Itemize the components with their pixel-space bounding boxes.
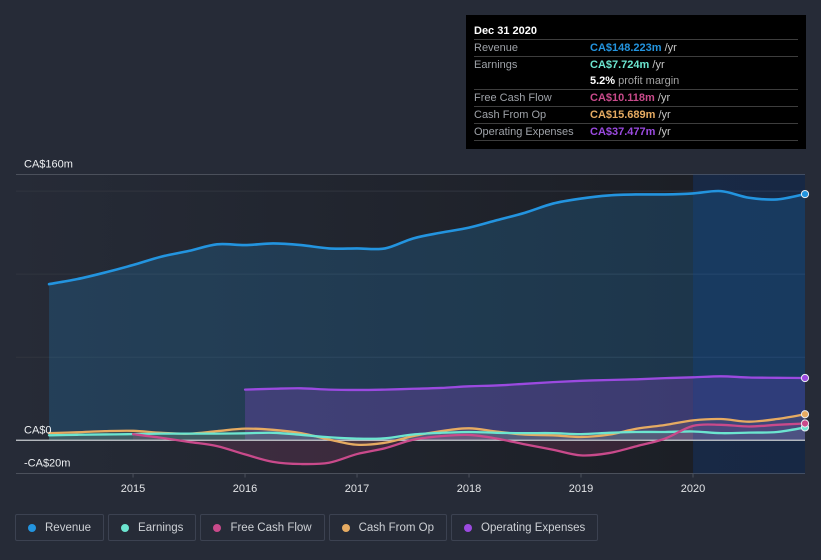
profit-margin-label: profit margin	[618, 75, 680, 87]
legend-label: Earnings	[138, 521, 184, 534]
tooltip-value: CA$10.118m /yr	[590, 92, 670, 104]
tooltip-amount: CA$37.477m	[590, 126, 656, 138]
tooltip-label: Free Cash Flow	[474, 92, 552, 104]
operating-expenses-dot-icon	[464, 523, 473, 532]
end-marker-free-cash-flow[interactable]	[800, 419, 810, 428]
x-axis-label: 2020	[681, 483, 705, 495]
y-axis-label: CA$160m	[24, 159, 73, 171]
legend-label: Revenue	[45, 521, 92, 534]
legend-item-cash-from-op[interactable]: Cash From Op	[328, 514, 448, 541]
legend: Revenue Earnings Free Cash Flow Cash Fro…	[15, 514, 599, 541]
tooltip-label: Revenue	[474, 42, 519, 54]
legend-item-operating-expenses[interactable]: Operating Expenses	[451, 514, 599, 541]
legend-item-free-cash-flow[interactable]: Free Cash Flow	[200, 514, 325, 541]
tooltip-value: CA$148.223m /yr	[590, 42, 677, 54]
tooltip-label: Operating Expenses	[474, 126, 574, 138]
cash-from-op-dot-icon	[341, 523, 350, 532]
tooltip-amount: CA$10.118m	[590, 92, 655, 104]
revenue-dot-icon	[28, 523, 36, 532]
y-axis-label: CA$0	[24, 424, 52, 436]
profit-margin-value: 5.2%	[590, 75, 616, 87]
tooltip-unit: /yr	[664, 42, 677, 54]
tooltip-row-profit-margin: 5.2% profit margin	[474, 73, 798, 90]
free-cash-flow-dot-icon	[213, 523, 222, 532]
legend-label: Cash From Op	[358, 521, 435, 534]
legend-item-earnings[interactable]: Earnings	[108, 514, 197, 541]
tooltip-date: Dec 31 2020	[474, 23, 798, 40]
x-axis-label: 2015	[121, 483, 145, 495]
x-axis-label: 2017	[345, 483, 369, 495]
legend-label: Operating Expenses	[481, 521, 586, 534]
tooltip-label: Earnings	[474, 59, 518, 71]
x-axis-label: 2018	[457, 483, 481, 495]
end-marker-operating-expenses[interactable]	[800, 373, 810, 383]
tooltip-row-revenue: Revenue CA$148.223m /yr	[474, 40, 798, 57]
tooltip-row-free-cash-flow: Free Cash Flow CA$10.118m /yr	[474, 90, 798, 107]
y-axis-label: -CA$20m	[24, 458, 70, 470]
tooltip-unit: /yr	[658, 126, 671, 138]
tooltip-amount: CA$7.724m	[590, 59, 650, 71]
tooltip-value: 5.2% profit margin	[590, 75, 679, 87]
tooltip-amount: CA$148.223m	[590, 42, 662, 54]
end-marker-revenue[interactable]	[800, 189, 810, 199]
legend-label: Free Cash Flow	[230, 521, 312, 534]
highlight-region	[693, 174, 805, 474]
x-axis-label: 2019	[569, 483, 593, 495]
x-axis-label: 2016	[233, 483, 257, 495]
legend-item-revenue[interactable]: Revenue	[15, 514, 105, 541]
tooltip-unit: /yr	[652, 59, 665, 71]
tooltip-unit: /yr	[658, 109, 671, 121]
tooltip-value: CA$15.689m /yr	[590, 109, 671, 121]
earnings-dot-icon	[121, 523, 130, 532]
end-marker-cash-from-op[interactable]	[800, 410, 810, 419]
tooltip-value: CA$37.477m /yr	[590, 126, 671, 138]
tooltip-label: Cash From Op	[474, 109, 547, 121]
tooltip-row-earnings: Earnings CA$7.724m /yr	[474, 57, 798, 73]
tooltip-unit: /yr	[657, 92, 671, 104]
tooltip-row-cash-from-op: Cash From Op CA$15.689m /yr	[474, 107, 798, 124]
tooltip-row-operating-expenses: Operating Expenses CA$37.477m /yr	[474, 124, 798, 141]
tooltip: Dec 31 2020 Revenue CA$148.223m /yr Earn…	[466, 15, 806, 149]
tooltip-value: CA$7.724m /yr	[590, 59, 665, 71]
tooltip-amount: CA$15.689m	[590, 109, 656, 121]
